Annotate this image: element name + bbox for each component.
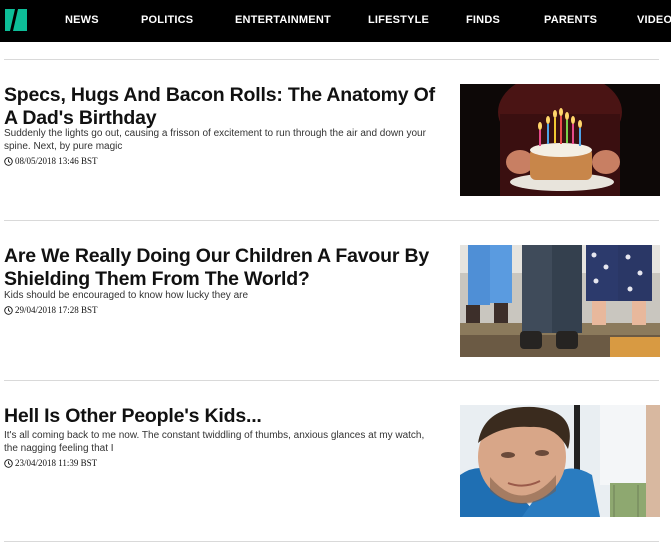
- clock-icon: [4, 156, 13, 166]
- top-nav-bar: NEWS POLITICS ENTERTAINMENT LIFESTYLE FI…: [0, 0, 671, 42]
- divider: [4, 541, 659, 542]
- article-timestamp: 23/04/2018 11:39 BST: [4, 458, 97, 468]
- divider: [4, 380, 659, 381]
- nav-item-news[interactable]: NEWS: [65, 14, 99, 26]
- family-legs-photo[interactable]: [460, 245, 660, 357]
- clock-icon: [4, 458, 13, 468]
- article-headline[interactable]: Specs, Hugs And Bacon Rolls: The Anatomy…: [4, 84, 444, 130]
- clock-icon: [4, 305, 13, 315]
- timestamp-text: 29/04/2018 17:28 BST: [15, 305, 98, 315]
- nav-item-lifestyle[interactable]: LIFESTYLE: [368, 14, 429, 26]
- nav-item-parents[interactable]: PARENTS: [544, 14, 597, 26]
- timestamp-text: 08/05/2018 13:46 BST: [15, 156, 98, 166]
- man-portrait-photo[interactable]: [460, 405, 660, 517]
- birthday-cake-photo[interactable]: [460, 84, 660, 196]
- article-summary: Suddenly the lights go out, causing a fr…: [4, 128, 426, 152]
- nav-item-video[interactable]: VIDEO: [637, 14, 671, 26]
- timestamp-text: 23/04/2018 11:39 BST: [15, 458, 98, 468]
- article-timestamp: 08/05/2018 13:46 BST: [4, 156, 98, 166]
- nav-item-politics[interactable]: POLITICS: [141, 14, 193, 26]
- article-headline[interactable]: Are We Really Doing Our Children A Favou…: [4, 245, 444, 291]
- article-headline[interactable]: Hell Is Other People's Kids...: [4, 405, 444, 428]
- article-summary: Kids should be encouraged to know how lu…: [4, 290, 249, 301]
- huffpost-logo-icon[interactable]: [5, 6, 31, 34]
- article-timestamp: 29/04/2018 17:28 BST: [4, 305, 98, 315]
- divider: [4, 59, 659, 60]
- article-summary: It's all coming back to me now. The cons…: [4, 430, 425, 454]
- divider: [4, 220, 659, 221]
- nav-item-finds[interactable]: FINDS: [466, 14, 500, 26]
- nav-item-entertainment[interactable]: ENTERTAINMENT: [235, 14, 331, 26]
